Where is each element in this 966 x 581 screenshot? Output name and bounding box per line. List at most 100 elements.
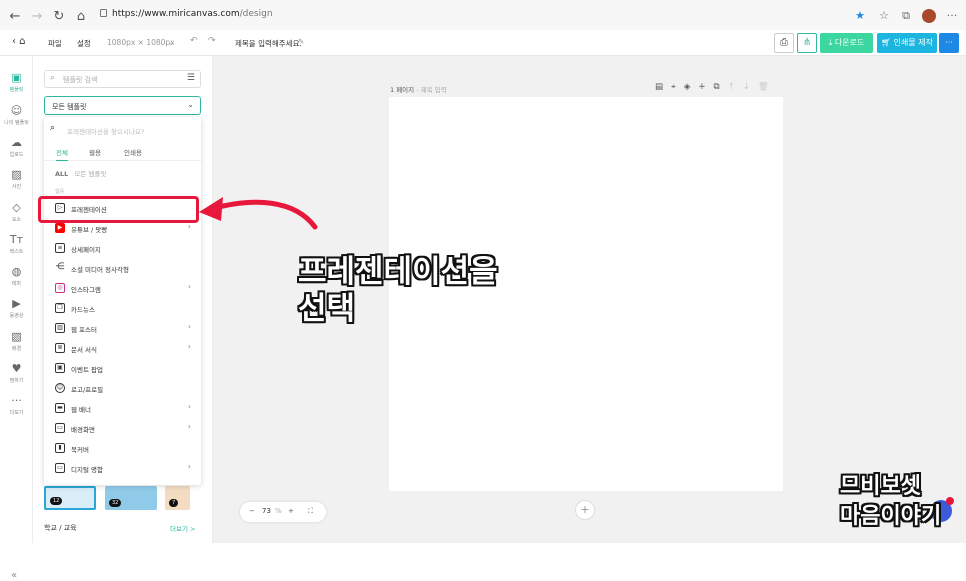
- rail-item-photo[interactable]: ▨ 사진: [0, 168, 33, 190]
- all-tag: ALL: [55, 170, 69, 178]
- add-page-icon[interactable]: +: [698, 82, 705, 92]
- annotation-text: 프레젠테이션을 선택: [298, 254, 498, 328]
- redo-icon[interactable]: ↷: [208, 36, 216, 46]
- list-item-web-poster[interactable]: ▥ 웹 포스터 ›: [44, 318, 201, 338]
- back-icon[interactable]: ←: [6, 8, 24, 26]
- tab-web[interactable]: 웹용: [89, 147, 101, 161]
- list-item-wallpaper[interactable]: ▭ 배경화면 ›: [44, 418, 201, 438]
- url-path: /design: [239, 9, 273, 19]
- edit-title-icon[interactable]: ✎: [298, 37, 304, 46]
- rail-item-elements[interactable]: ◇ 요소: [0, 201, 33, 223]
- paint-icon[interactable]: ◈: [684, 82, 691, 92]
- business-card-icon: ▭: [55, 463, 65, 473]
- template-thumbnail[interactable]: 12: [44, 486, 96, 510]
- forward-icon[interactable]: →: [28, 8, 46, 26]
- search-icon: ⌕: [50, 123, 56, 133]
- list-item-digital-card[interactable]: ▭ 디지털 명함 ›: [44, 458, 201, 478]
- move-down-icon[interactable]: ↓: [743, 82, 750, 92]
- list-item-label: 문서 서식: [71, 346, 97, 354]
- share-icon[interactable]: ⋔: [797, 33, 817, 53]
- rail-item-favorites[interactable]: ♥ 찜하기: [0, 362, 33, 384]
- left-rail: ▣ 템플릿 ☺ 나의 템플릿 ☁ 업로드 ▨ 사진 ◇ 요소 Tт 텍스트 ◍ 테마 ▶ 동영상…: [0, 56, 33, 581]
- home-back-icon[interactable]: ‹ ⌂: [12, 36, 26, 47]
- delete-page-icon[interactable]: 🗑︎: [758, 82, 769, 92]
- zoom-value[interactable]: 73: [262, 507, 271, 515]
- book-icon: ▮: [55, 443, 65, 453]
- tab-print[interactable]: 인쇄용: [124, 147, 142, 161]
- youtube-icon: ▶: [55, 223, 65, 233]
- move-up-icon[interactable]: ↑: [728, 82, 735, 92]
- annotation-line: 선택: [298, 291, 356, 327]
- url-host: https://www.miricanvas.com: [112, 9, 240, 19]
- list-item-document[interactable]: ≣ 문서 서식 ›: [44, 338, 201, 358]
- list-item-book-cover[interactable]: ▮ 북커버: [44, 438, 201, 458]
- rail-item-theme[interactable]: ◍ 테마: [0, 265, 33, 287]
- star-icon[interactable]: ★: [853, 9, 867, 23]
- reload-icon[interactable]: ↻: [50, 8, 68, 26]
- pin-icon[interactable]: ⌖: [671, 82, 676, 92]
- document-title[interactable]: 제목을 입력해주세요.: [235, 38, 302, 49]
- size-chevron-icon[interactable]: ⌄: [168, 38, 174, 47]
- list-item-web-banner[interactable]: ▬ 웹 배너 ›: [44, 398, 201, 418]
- copy-page-icon[interactable]: ⧉: [714, 82, 720, 92]
- filter-icon[interactable]: ☰: [187, 73, 195, 83]
- see-more-link[interactable]: 더보기 >: [170, 523, 195, 533]
- template-category-select[interactable]: 모든 템플릿 ⌄: [44, 96, 201, 115]
- save-icon[interactable]: ⎙: [774, 33, 794, 53]
- download-label: 다운로드: [834, 38, 865, 47]
- rail-item-upload[interactable]: ☁ 업로드: [0, 136, 33, 158]
- collapse-panel-icon[interactable]: «: [11, 570, 17, 581]
- zoom-unit: %: [275, 507, 282, 515]
- my-template-icon: ☺: [10, 104, 23, 117]
- note-icon[interactable]: ▤: [655, 82, 663, 92]
- monitor-icon: ▭: [55, 423, 65, 433]
- list-item-label: 웹 포스터: [71, 326, 97, 334]
- dropdown-search-input[interactable]: 프레젠테이션을 찾으시나요?: [67, 126, 144, 136]
- template-thumbnail[interactable]: 32: [105, 486, 157, 510]
- search-icon: ⌕: [50, 73, 56, 83]
- template-thumbnail[interactable]: 7: [165, 486, 190, 510]
- rail-label: 나의 템플릿: [4, 120, 29, 126]
- rail-item-more[interactable]: ··· 더보기: [0, 394, 33, 416]
- list-item-social-square[interactable]: ⋲ 소셜 미디어 정사각형: [44, 258, 201, 278]
- print-order-button[interactable]: 🛒︎ 인쇄물 제작: [877, 33, 937, 53]
- template-search-input[interactable]: ⌕ 템플릿 검색 ☰: [44, 70, 201, 88]
- theme-icon: ◍: [11, 265, 22, 278]
- annotation-arrow: [199, 197, 318, 230]
- zoom-control: − 73 % + ⛶: [240, 502, 326, 522]
- rail-item-my-template[interactable]: ☺ 나의 템플릿: [0, 104, 33, 126]
- zoom-in-icon[interactable]: +: [288, 507, 294, 515]
- canvas-size[interactable]: 1080px × 1080px: [107, 38, 175, 47]
- collections-icon[interactable]: ⧉: [899, 9, 913, 23]
- rail-item-video[interactable]: ▶ 동영상: [0, 297, 33, 319]
- template-search-placeholder: 템플릿 검색: [63, 76, 98, 84]
- list-item-event-popup[interactable]: ▣ 이벤트 팝업: [44, 358, 201, 378]
- download-button[interactable]: ⤓ 다운로드: [820, 33, 873, 53]
- browser-menu-icon[interactable]: ···: [945, 9, 959, 23]
- home-icon[interactable]: ⌂: [72, 8, 90, 26]
- rail-item-background[interactable]: ▧ 배경: [0, 330, 33, 352]
- more-menu-button[interactable]: ···: [939, 33, 959, 53]
- thumbnail-count: 12: [50, 497, 63, 505]
- list-item-detail-page[interactable]: ≡ 상세페이지: [44, 238, 201, 258]
- add-page-button[interactable]: +: [575, 500, 595, 520]
- list-item-logo-profile[interactable]: ☺ 로고/프로필: [44, 378, 201, 398]
- page-title-input[interactable]: - 제목 입력: [416, 86, 446, 94]
- list-item-instagram[interactable]: ◎ 인스타그램 ›: [44, 278, 201, 298]
- rail-item-text[interactable]: Tт 텍스트: [0, 233, 33, 255]
- undo-icon[interactable]: ↶: [190, 36, 198, 46]
- fit-screen-icon[interactable]: ⛶: [308, 507, 313, 516]
- list-item-label: 이벤트 팝업: [71, 366, 103, 374]
- menu-file[interactable]: 파일: [48, 38, 62, 49]
- more-icon: ···: [11, 394, 22, 407]
- tab-all[interactable]: 전체: [56, 147, 68, 161]
- menu-settings[interactable]: 설정: [77, 38, 91, 49]
- address-bar[interactable]: https://www.miricanvas.com/design: [100, 9, 273, 19]
- section-label: 웹용: [55, 189, 65, 195]
- rail-item-template[interactable]: ▣ 템플릿: [0, 71, 33, 93]
- avatar[interactable]: [922, 9, 936, 23]
- list-item-card-news[interactable]: ❐ 카드뉴스: [44, 298, 201, 318]
- all-templates-option[interactable]: ALL 모든 템플릿: [55, 168, 106, 178]
- zoom-out-icon[interactable]: −: [249, 507, 255, 515]
- favorites-icon[interactable]: ☆: [877, 9, 891, 23]
